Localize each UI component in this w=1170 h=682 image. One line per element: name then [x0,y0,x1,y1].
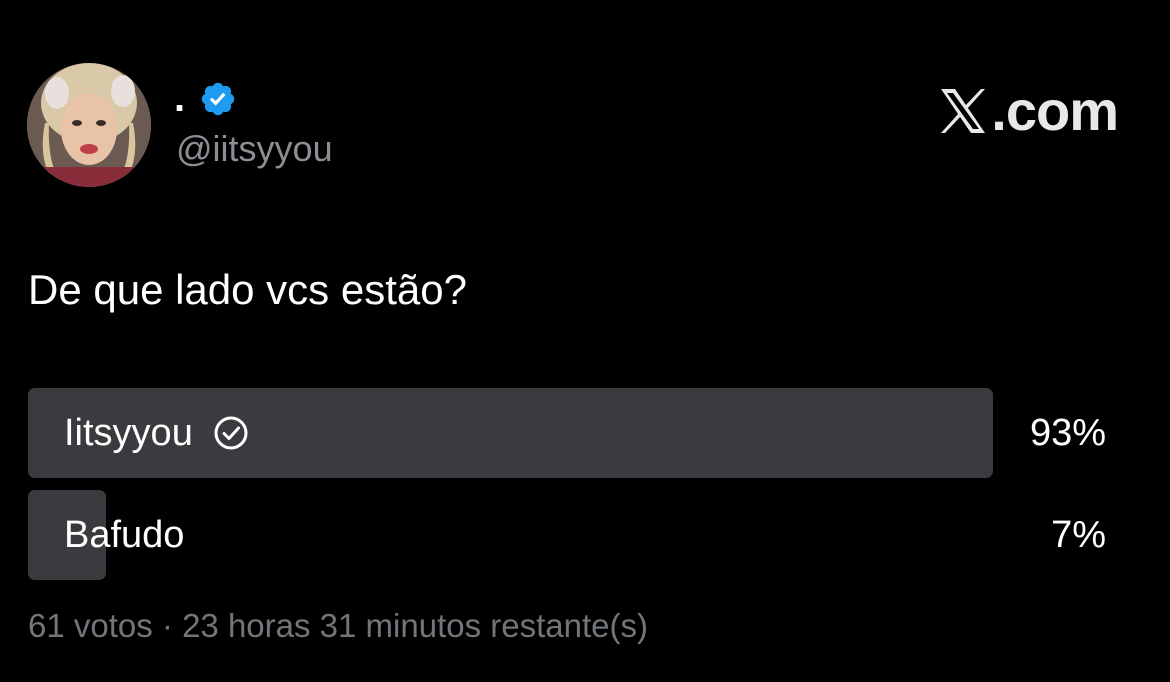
brand-watermark: .com [937,79,1119,142]
poll-option-bafudo[interactable]: Bafudo 7% [28,490,1106,580]
x-logo-icon [937,87,989,135]
display-name[interactable]: . [174,78,185,118]
poll-option-percent: 93% [1029,411,1106,454]
avatar[interactable] [27,63,151,187]
poll-option-percent: 7% [1051,513,1106,556]
poll-option-label: Iitsyyou [64,411,193,454]
poll-option-label-row: Bafudo [64,490,184,580]
tweet-text: De que lado vcs estão? [28,266,467,313]
brand-text: .com [991,79,1119,142]
check-circle-icon [213,415,249,451]
poll-footer: 61 votos · 23 horas 31 minutos restante(… [28,607,648,644]
author-handle[interactable]: @iitsyyou [176,129,333,169]
poll-option-label: Bafudo [64,513,185,556]
profile-photo-icon [27,63,151,187]
poll-option-label-row: Iitsyyou [64,388,249,478]
verified-badge-icon [199,80,237,118]
poll-option-iitsyyou[interactable]: Iitsyyou 93% [28,388,1106,478]
